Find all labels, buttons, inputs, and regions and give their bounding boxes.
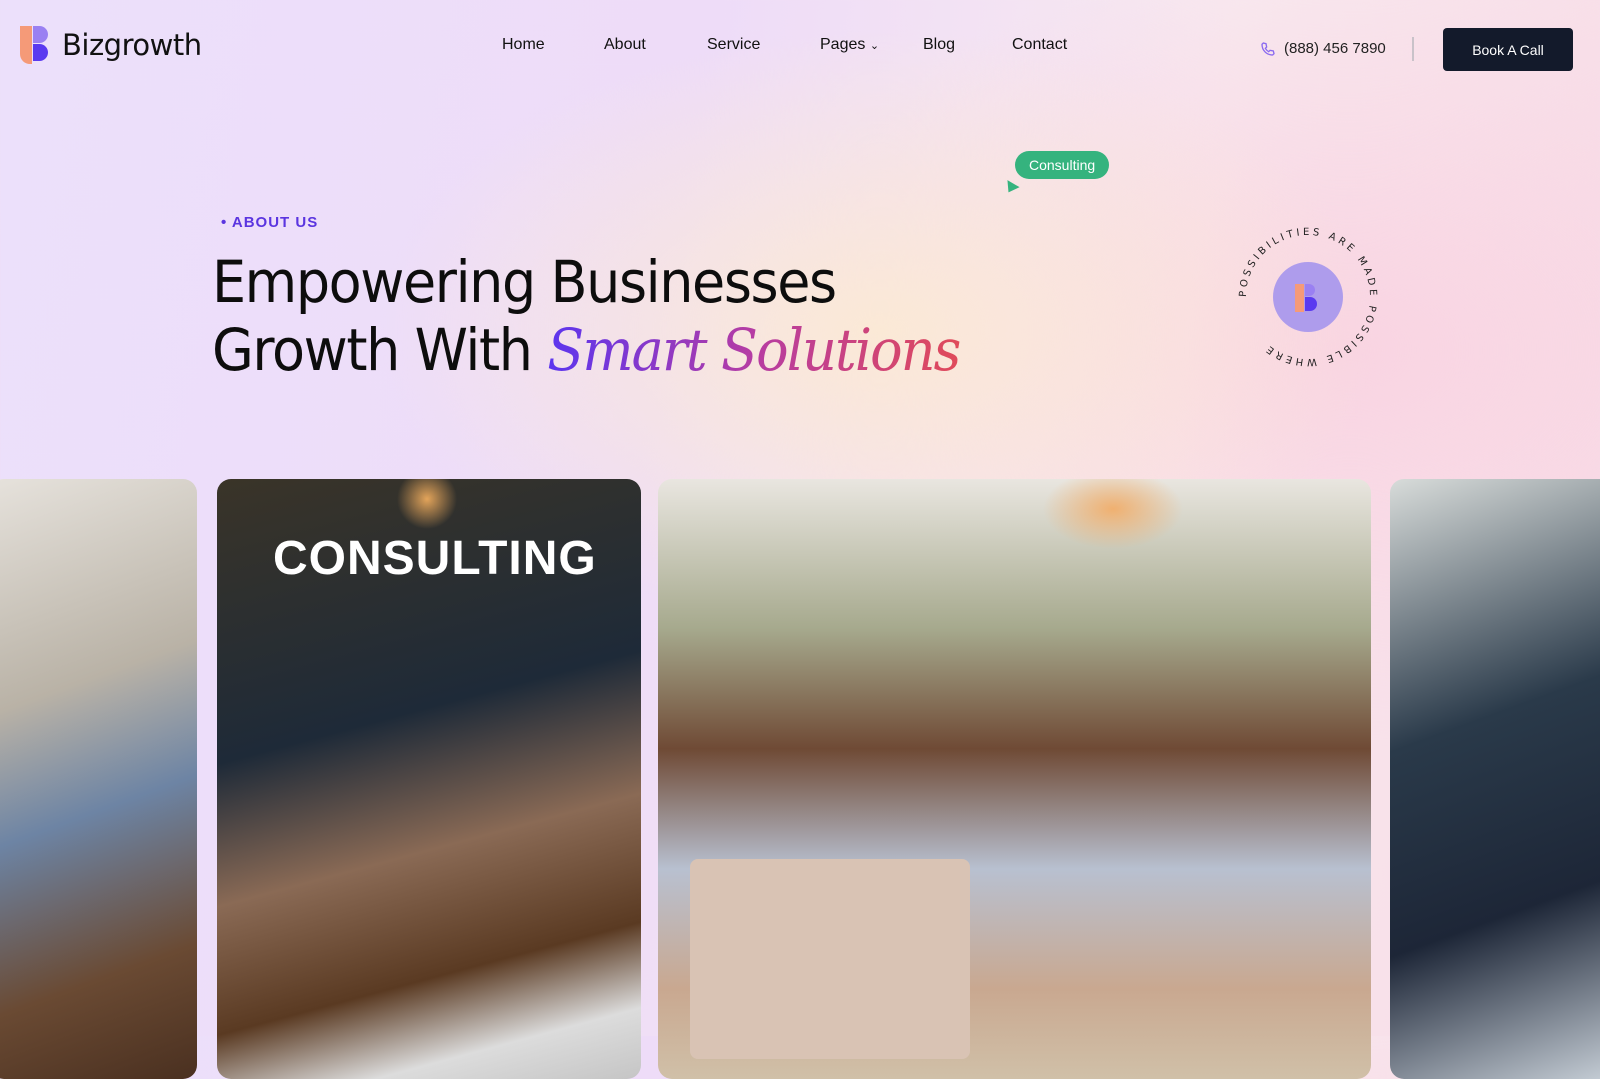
phone-link[interactable]: (888) 456 7890 bbox=[1260, 40, 1386, 57]
nav-pages-label: Pages bbox=[820, 36, 866, 53]
bullet-icon: • bbox=[221, 214, 228, 231]
hero-title: Empowering Businesses Growth With Smart … bbox=[212, 248, 961, 384]
header-divider bbox=[1412, 37, 1414, 61]
hero-title-accent: Smart Solutions bbox=[547, 316, 961, 384]
nav-contact[interactable]: Contact bbox=[1012, 36, 1067, 54]
eyebrow: • ABOUT US bbox=[221, 214, 318, 231]
gallery-image-meeting bbox=[0, 479, 197, 1079]
gallery-image-handshake: CONSULTING bbox=[217, 479, 641, 1079]
nav-pages[interactable]: Pages ⌄ bbox=[820, 36, 879, 54]
nav-service[interactable]: Service bbox=[707, 36, 760, 54]
gallery-caption: CONSULTING bbox=[273, 532, 597, 585]
eyebrow-label: ABOUT US bbox=[231, 214, 319, 231]
brand-name: Bizgrowth bbox=[62, 28, 202, 62]
gallery-image-team bbox=[658, 479, 1371, 1079]
rotating-ring-badge: POSSIBILITIES ARE MADE POSSIBLE WHERE bbox=[1238, 227, 1375, 367]
logo-icon bbox=[20, 26, 48, 64]
nav-home[interactable]: Home bbox=[502, 36, 545, 54]
hero-title-line2: Growth With bbox=[212, 316, 548, 384]
consulting-badge: Consulting bbox=[1015, 151, 1110, 179]
laptop-image bbox=[690, 859, 970, 1059]
badge-pointer-icon bbox=[1002, 180, 1020, 196]
gallery-image-office bbox=[1390, 479, 1600, 1079]
hero-title-line1: Empowering Businesses bbox=[212, 248, 837, 316]
brand-logo[interactable]: Bizgrowth bbox=[20, 26, 202, 64]
nav-about[interactable]: About bbox=[604, 36, 646, 54]
chevron-down-icon: ⌄ bbox=[869, 40, 880, 52]
book-call-button[interactable]: Book A Call bbox=[1443, 28, 1573, 71]
nav-blog[interactable]: Blog bbox=[923, 36, 955, 54]
phone-number: (888) 456 7890 bbox=[1284, 40, 1386, 57]
phone-icon bbox=[1261, 41, 1275, 56]
